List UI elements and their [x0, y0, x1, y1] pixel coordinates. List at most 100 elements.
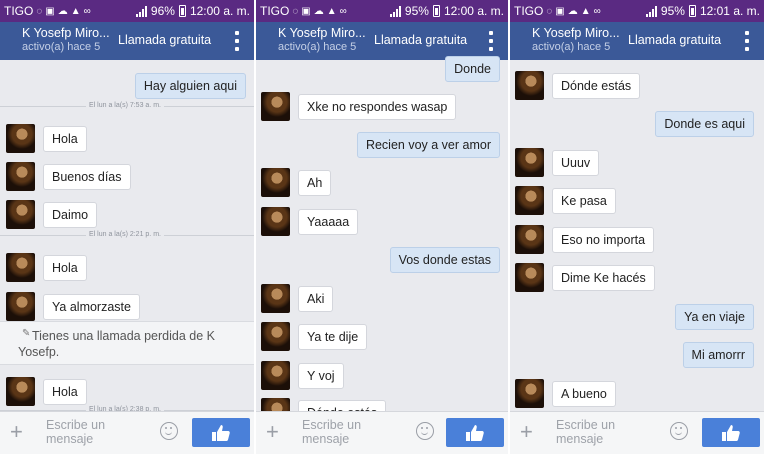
message-incoming: Yaaaaa: [261, 207, 359, 236]
message-incoming: Xke no respondes wasap: [261, 92, 457, 121]
message-incoming: A bueno: [515, 379, 616, 408]
message-bubble[interactable]: Aki: [298, 285, 334, 312]
timestamp-text: El lun a la(s) 2:21 p. m.: [86, 230, 164, 240]
status-bar: TIGO ◌ ▣ ☁ ▲ ∞ 95% 12:01 a. m.: [510, 0, 764, 22]
avatar[interactable]: [515, 186, 544, 215]
voicemail-icon: ∞: [593, 5, 601, 17]
avatar[interactable]: [515, 263, 544, 292]
chat-notification-icon: ◌: [546, 5, 553, 17]
add-attachment-icon[interactable]: +: [266, 421, 279, 443]
add-attachment-icon[interactable]: +: [520, 421, 533, 443]
message-bubble[interactable]: Hay alguien aqui: [134, 73, 246, 99]
avatar[interactable]: [6, 124, 35, 153]
message-incoming: Daimo: [6, 200, 98, 229]
free-call-button[interactable]: Llamada gratuita: [628, 33, 721, 47]
avatar[interactable]: [6, 253, 35, 282]
message-bubble[interactable]: Y voj: [298, 362, 344, 389]
message-bubble[interactable]: Recien voy a ver amor: [356, 132, 500, 158]
avatar[interactable]: [6, 377, 35, 406]
message-bubble[interactable]: Hola: [43, 378, 87, 405]
message-incoming: Ya almorzaste: [6, 292, 140, 321]
avatar[interactable]: [515, 225, 544, 254]
message-bubble[interactable]: Buenos días: [43, 163, 131, 190]
message-composer: + Escribe un mensaje: [0, 411, 254, 454]
message-bubble[interactable]: Xke no respondes wasap: [298, 93, 457, 120]
message-incoming: Hola: [6, 377, 87, 406]
avatar[interactable]: [261, 168, 290, 197]
message-bubble[interactable]: Ah: [298, 169, 332, 196]
chat-screenshots: TIGO ◌ ▣ ☁ ▲ ∞ 96% 12:00 a. m. K Yosefp …: [0, 0, 764, 454]
message-bubble[interactable]: Vos donde estas: [389, 247, 500, 273]
avatar[interactable]: [6, 200, 35, 229]
missed-call-notice[interactable]: ✎ Tienes una llamada perdida de K Yosefp…: [0, 321, 254, 365]
message-bubble[interactable]: Dime Ke hacés: [552, 264, 655, 291]
message-incoming: Ah: [261, 168, 332, 197]
message-bubble[interactable]: Mi amorrr: [682, 342, 754, 368]
like-button[interactable]: [446, 418, 504, 447]
contact-status: activo(a) hace 5: [532, 41, 611, 53]
battery-icon: [432, 5, 440, 17]
contact-name[interactable]: K Yosefp Miro...: [22, 26, 110, 40]
message-bubble[interactable]: Ya en viaje: [675, 304, 754, 330]
message-bubble[interactable]: Daimo: [43, 201, 98, 228]
contact-name[interactable]: K Yosefp Miro...: [532, 26, 620, 40]
message-bubble[interactable]: Ke pasa: [552, 187, 616, 214]
android-icon: ▲: [326, 5, 337, 17]
message-bubble[interactable]: Donde es aqui: [655, 111, 754, 137]
status-bar: TIGO ◌ ▣ ☁ ▲ ∞ 95% 12:00 a. m.: [256, 0, 508, 22]
contact-name[interactable]: K Yosefp Miro...: [278, 26, 366, 40]
like-button[interactable]: [192, 418, 250, 447]
message-bubble[interactable]: Donde: [445, 56, 500, 82]
contact-status: activo(a) hace 5: [22, 41, 101, 53]
avatar[interactable]: [515, 148, 544, 177]
overflow-menu-icon[interactable]: [234, 31, 240, 51]
avatar[interactable]: [6, 162, 35, 191]
emoji-icon[interactable]: [670, 422, 688, 440]
message-input[interactable]: Escribe un mensaje: [46, 418, 146, 446]
message-outgoing: Hay alguien aqui: [134, 73, 246, 99]
avatar[interactable]: [515, 71, 544, 100]
add-attachment-icon[interactable]: +: [10, 421, 23, 443]
chat-screen-2: TIGO ◌ ▣ ☁ ▲ ∞ 95% 12:00 a. m. K Yosefp …: [256, 0, 508, 454]
avatar[interactable]: [515, 379, 544, 408]
voicemail-icon: ∞: [339, 5, 347, 17]
message-bubble[interactable]: Ya almorzaste: [43, 293, 140, 320]
message-bubble[interactable]: Eso no importa: [552, 226, 655, 253]
avatar[interactable]: [261, 284, 290, 313]
message-bubble[interactable]: Uuuv: [552, 149, 600, 176]
message-incoming: Ya te dije: [261, 322, 368, 351]
message-bubble[interactable]: Ya te dije: [298, 323, 368, 350]
message-bubble[interactable]: Hola: [43, 254, 87, 281]
emoji-icon[interactable]: [160, 422, 178, 440]
battery-percent: 95%: [660, 4, 685, 18]
message-incoming: Dónde estás: [515, 71, 641, 100]
free-call-button[interactable]: Llamada gratuita: [118, 33, 211, 47]
timestamp-text: El lun a la(s) 7:53 a. m.: [86, 101, 164, 111]
message-bubble[interactable]: A bueno: [552, 380, 616, 407]
chat-notification-icon: ◌: [36, 5, 43, 17]
message-incoming: Buenos días: [6, 162, 131, 191]
message-incoming: Hola: [6, 253, 87, 282]
message-input[interactable]: Escribe un mensaje: [556, 418, 656, 446]
thumbs-up-icon: [466, 424, 484, 441]
cloud-icon: ☁: [313, 5, 324, 17]
message-bubble[interactable]: Dónde estás: [552, 72, 641, 99]
avatar[interactable]: [261, 322, 290, 351]
avatar[interactable]: [261, 361, 290, 390]
conversation-header: K Yosefp Miro... activo(a) hace 5 Llamad…: [256, 22, 508, 60]
avatar[interactable]: [6, 292, 35, 321]
message-bubble[interactable]: Hola: [43, 125, 87, 152]
emoji-icon[interactable]: [416, 422, 434, 440]
overflow-menu-icon[interactable]: [488, 31, 494, 51]
overflow-menu-icon[interactable]: [744, 31, 750, 51]
conversation-header: K Yosefp Miro... activo(a) hace 5 Llamad…: [0, 22, 254, 60]
free-call-button[interactable]: Llamada gratuita: [374, 33, 467, 47]
avatar[interactable]: [261, 207, 290, 236]
message-input[interactable]: Escribe un mensaje: [302, 418, 402, 446]
like-button[interactable]: [702, 418, 760, 447]
gallery-notification-icon: ▣: [45, 5, 55, 17]
message-bubble[interactable]: Yaaaaa: [298, 208, 359, 235]
avatar[interactable]: [261, 92, 290, 121]
signal-icon: [135, 5, 147, 17]
chat-screen-3: TIGO ◌ ▣ ☁ ▲ ∞ 95% 12:01 a. m. K Yosefp …: [510, 0, 764, 454]
